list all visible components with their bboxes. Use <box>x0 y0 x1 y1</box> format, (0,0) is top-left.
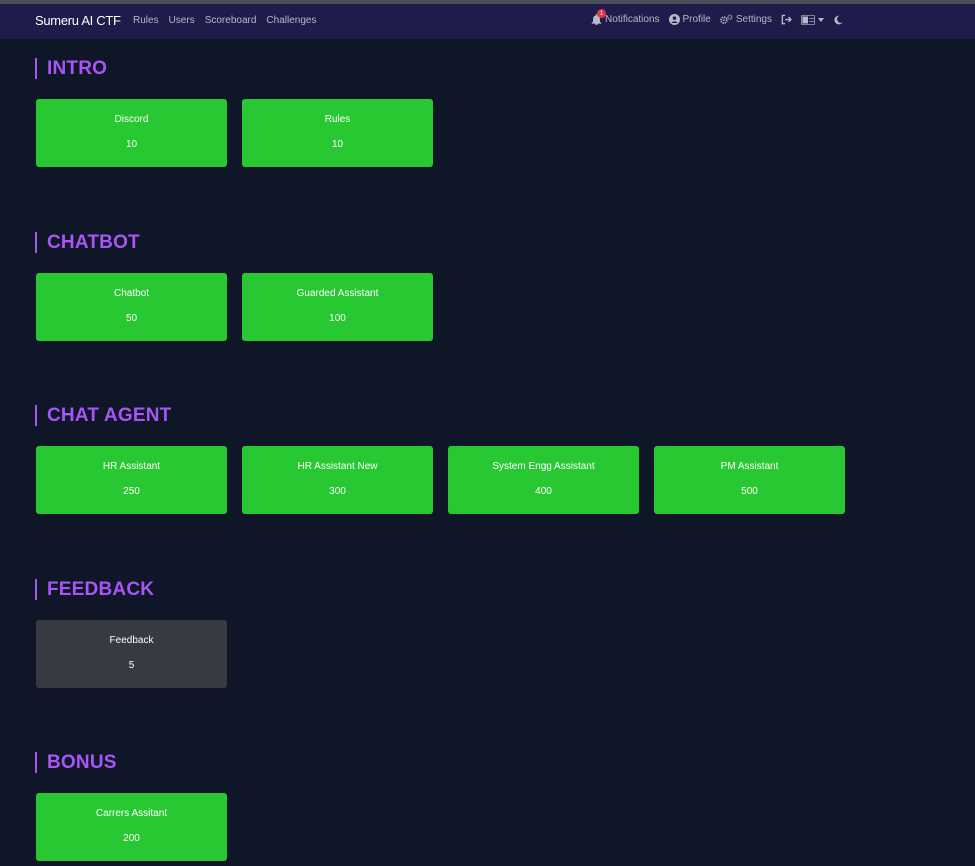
category-title: INTRO <box>35 58 107 79</box>
nav-link-users[interactable]: Users <box>169 15 195 26</box>
challenge-card-chatbot[interactable]: Chatbot 50 <box>36 273 227 341</box>
challenge-card-carrers-assitant[interactable]: Carrers Assitant 200 <box>36 793 227 861</box>
settings-label: Settings <box>735 14 772 25</box>
nav-links: Rules Users Scoreboard Challenges <box>133 15 316 26</box>
challenge-points: 10 <box>125 139 138 150</box>
challenge-points: 200 <box>123 833 140 844</box>
language-dropdown[interactable] <box>801 14 824 25</box>
caret-down-icon <box>818 17 824 22</box>
challenge-name: Discord <box>114 114 149 125</box>
profile-link[interactable]: Profile <box>668 14 711 25</box>
challenge-list: Chatbot 50 Guarded Assistant 100 <box>36 273 433 341</box>
challenge-card-feedback[interactable]: Feedback 5 <box>36 620 227 688</box>
category-title: CHAT AGENT <box>35 405 171 426</box>
top-navbar: Sumeru AI CTF Rules Users Scoreboard Cha… <box>0 4 975 39</box>
challenge-points: 400 <box>535 486 552 497</box>
challenge-points: 10 <box>331 139 344 150</box>
challenge-name: HR Assistant <box>102 461 161 472</box>
challenge-name: Carrers Assitant <box>95 808 168 819</box>
challenge-name: System Engg Assistant <box>492 461 595 472</box>
category-title: FEEDBACK <box>35 579 154 600</box>
challenge-name: Rules <box>324 114 351 125</box>
challenge-list: HR Assistant 250 HR Assistant New 300 Sy… <box>36 446 845 514</box>
logout-link[interactable] <box>781 14 792 25</box>
challenge-card-guarded-assistant[interactable]: Guarded Assistant 100 <box>242 273 433 341</box>
nav-link-rules[interactable]: Rules <box>133 15 159 26</box>
challenge-card-hr-assistant[interactable]: HR Assistant 250 <box>36 446 227 514</box>
challenge-list: Carrers Assitant 200 <box>36 793 227 861</box>
nav-right: 1 Notifications Profile Settings <box>591 9 843 25</box>
challenge-list: Discord 10 Rules 10 <box>36 99 433 167</box>
notification-count-badge: 1 <box>597 9 607 18</box>
brand-link[interactable]: Sumeru AI CTF <box>35 13 121 28</box>
challenge-card-discord[interactable]: Discord 10 <box>36 99 227 167</box>
challenge-name: PM Assistant <box>720 461 779 472</box>
challenge-list: Feedback 5 <box>36 620 227 688</box>
challenge-name: HR Assistant New <box>297 461 378 472</box>
challenge-points: 5 <box>128 660 135 671</box>
category-title: BONUS <box>35 752 117 773</box>
category-intro: INTRO Discord 10 Rules 10 <box>35 58 433 167</box>
notifications-label: Notifications <box>605 14 660 25</box>
theme-toggle[interactable] <box>833 15 843 25</box>
challenge-points: 250 <box>123 486 140 497</box>
challenge-points: 500 <box>741 486 758 497</box>
category-chat-agent: CHAT AGENT HR Assistant 250 HR Assistant… <box>35 405 845 514</box>
challenge-points: 50 <box>125 313 138 324</box>
challenge-card-rules[interactable]: Rules 10 <box>242 99 433 167</box>
challenge-name: Chatbot <box>113 288 150 299</box>
challenge-card-pm-assistant[interactable]: PM Assistant 500 <box>654 446 845 514</box>
challenge-points: 300 <box>329 486 346 497</box>
notifications-link[interactable]: 1 Notifications <box>591 9 660 25</box>
challenge-name: Feedback <box>109 635 154 646</box>
nav-link-scoreboard[interactable]: Scoreboard <box>205 15 257 26</box>
category-bonus: BONUS Carrers Assitant 200 <box>35 752 227 861</box>
challenge-card-hr-assistant-new[interactable]: HR Assistant New 300 <box>242 446 433 514</box>
challenge-points: 100 <box>329 313 346 324</box>
category-chatbot: CHATBOT Chatbot 50 Guarded Assistant 100 <box>35 232 433 341</box>
category-title: CHATBOT <box>35 232 140 253</box>
language-icon <box>801 14 815 25</box>
challenge-card-system-engg-assistant[interactable]: System Engg Assistant 400 <box>448 446 639 514</box>
category-feedback: FEEDBACK Feedback 5 <box>35 579 227 688</box>
profile-label: Profile <box>682 14 711 25</box>
moon-icon <box>834 15 843 24</box>
settings-link[interactable]: Settings <box>720 14 772 25</box>
challenge-name: Guarded Assistant <box>296 288 379 299</box>
user-circle-icon <box>668 14 680 25</box>
cogs-icon <box>720 14 733 24</box>
nav-link-challenges[interactable]: Challenges <box>266 15 316 26</box>
logout-icon <box>781 14 792 25</box>
